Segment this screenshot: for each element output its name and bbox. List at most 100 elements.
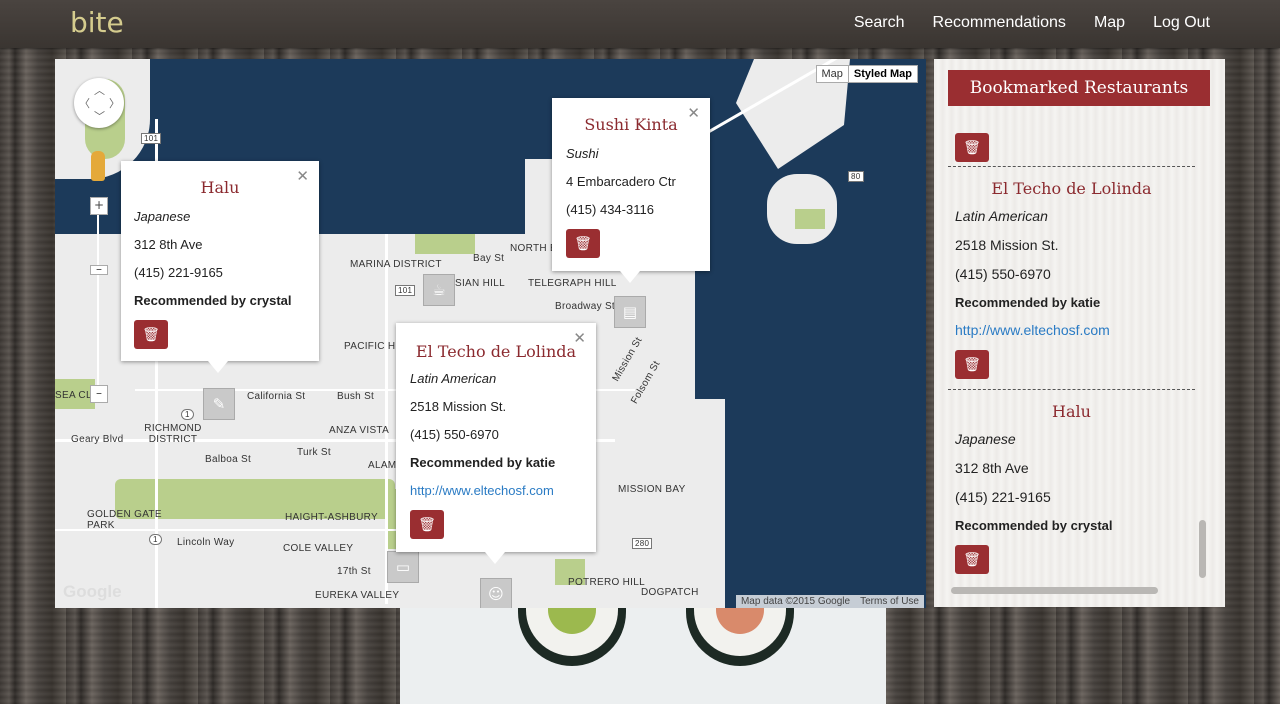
google-logo: Google bbox=[63, 582, 122, 601]
map-label: TELEGRAPH HILL bbox=[528, 278, 617, 289]
delete-button[interactable]: 🗑 bbox=[566, 229, 600, 258]
restaurant-name: El Techo de Lolinda bbox=[415, 342, 577, 361]
highway-shield: 1 bbox=[149, 534, 162, 545]
restaurant-address: 312 8th Ave bbox=[134, 237, 203, 252]
highway-shield: 101 bbox=[141, 133, 162, 144]
trash-icon: 🗑 bbox=[574, 235, 592, 251]
nav-logout-link[interactable]: Log Out bbox=[1153, 14, 1210, 32]
map-attribution: Map data ©2015 Google Terms of Use bbox=[735, 595, 924, 608]
restaurant-website-link[interactable]: http://www.eltechosf.com bbox=[410, 483, 554, 498]
zoom-slider-handle[interactable]: – bbox=[90, 263, 108, 275]
restaurant-address: 2518 Mission St. bbox=[955, 237, 1059, 253]
map-label: California St bbox=[247, 391, 306, 402]
infowindow-sushi-kinta: ✕ Sushi Kinta Sushi 4 Embarcadero Ctr (4… bbox=[552, 98, 710, 283]
map-label: Broadway St bbox=[555, 301, 615, 312]
delete-button[interactable]: 🗑 bbox=[955, 350, 989, 379]
restaurant-website-link[interactable]: http://www.eltechosf.com bbox=[948, 322, 1195, 338]
restaurant-phone: (415) 221-9165 bbox=[955, 489, 1051, 505]
recommended-by: Recommended by katie bbox=[955, 295, 1101, 310]
map-road bbox=[385, 234, 388, 604]
restaurant-marker-halu[interactable]: ✎ bbox=[203, 388, 235, 420]
recommended-by: Recommended by crystal bbox=[955, 518, 1113, 533]
infowindow-el-techo: ✕ El Techo de Lolinda Latin American 251… bbox=[396, 323, 596, 564]
zoom-out-icon[interactable]: – bbox=[90, 385, 108, 403]
map-label: PACIFIC HE bbox=[344, 341, 403, 352]
map-label: RICHMOND DISTRICT bbox=[144, 423, 202, 445]
restaurant-cuisine: Japanese bbox=[955, 431, 1016, 447]
map-label: Geary Blvd bbox=[71, 434, 124, 445]
map-data-credit: Map data ©2015 Google bbox=[740, 596, 851, 607]
restaurant-marker-sushi-kinta[interactable]: ▤ bbox=[614, 296, 646, 328]
logo[interactable]: bite bbox=[70, 6, 124, 39]
highway-shield: 80 bbox=[848, 171, 864, 182]
bookmarks-title: Bookmarked Restaurants bbox=[948, 70, 1210, 106]
restaurant-cuisine: Japanese bbox=[134, 209, 191, 224]
restaurant-name: Sushi Kinta bbox=[584, 115, 678, 134]
map-type-styled-button[interactable]: Styled Map bbox=[847, 66, 917, 82]
map-label: 17th St bbox=[337, 566, 371, 577]
terms-of-use-link[interactable]: Terms of Use bbox=[855, 595, 924, 608]
bookmarks-list[interactable]: 🗑 El Techo de Lolinda Latin American 251… bbox=[948, 116, 1195, 580]
map-label: Bush St bbox=[337, 391, 375, 402]
restaurant-name: Halu bbox=[1052, 402, 1091, 421]
map-label: EUREKA VALLEY bbox=[315, 590, 400, 601]
delete-button[interactable]: 🗑 bbox=[955, 545, 989, 574]
map-label: MISSION BAY bbox=[618, 484, 686, 495]
map-label: Balboa St bbox=[205, 454, 252, 465]
restaurant-address: 4 Embarcadero Ctr bbox=[566, 174, 676, 189]
zoom-in-icon[interactable]: + bbox=[90, 197, 108, 215]
divider bbox=[948, 389, 1195, 390]
nav-map-link[interactable]: Map bbox=[1094, 14, 1125, 32]
nav-links: Search Recommendations Map Log Out bbox=[854, 14, 1210, 32]
map-label: POTRERO HILL bbox=[568, 577, 645, 588]
trash-icon: 🗑 bbox=[142, 326, 160, 342]
trash-icon: 🗑 bbox=[418, 516, 436, 532]
restaurant-phone: (415) 550-6970 bbox=[410, 427, 499, 442]
pegman-icon[interactable] bbox=[91, 151, 105, 181]
top-navbar: bite Search Recommendations Map Log Out bbox=[0, 0, 1280, 48]
restaurant-address: 312 8th Ave bbox=[955, 460, 1029, 476]
map-park bbox=[795, 209, 825, 229]
map-label: Bay St bbox=[473, 253, 505, 264]
map-type-map-button[interactable]: Map bbox=[817, 66, 848, 82]
delete-button[interactable]: 🗑 bbox=[955, 133, 989, 162]
infowindow-tail bbox=[485, 552, 505, 564]
map-label: HAIGHT-ASHBURY bbox=[285, 512, 378, 523]
restaurant-cuisine: Latin American bbox=[955, 208, 1048, 224]
trash-icon: 🗑 bbox=[963, 356, 981, 372]
restaurant-phone: (415) 434-3116 bbox=[566, 202, 654, 217]
sidebar-vertical-scrollbar[interactable] bbox=[1199, 520, 1206, 578]
map-label: Lincoln Way bbox=[177, 537, 235, 548]
map-canvas[interactable]: MARINA DISTRICT RUSSIAN HILL TELEGRAPH H… bbox=[55, 59, 926, 608]
restaurant-name: El Techo de Lolinda bbox=[991, 179, 1152, 198]
restaurant-cuisine: Sushi bbox=[566, 146, 599, 161]
nav-search-link[interactable]: Search bbox=[854, 14, 905, 32]
recommended-by: Recommended by katie bbox=[410, 455, 556, 470]
restaurant-marker-el-techo[interactable]: ☺ bbox=[480, 578, 512, 608]
sushi-plate-image bbox=[400, 608, 886, 704]
delete-button[interactable]: 🗑 bbox=[134, 320, 168, 349]
restaurant-phone: (415) 221-9165 bbox=[134, 265, 223, 280]
restaurant-marker[interactable]: ▭ bbox=[387, 551, 419, 583]
trash-icon: 🗑 bbox=[963, 551, 981, 567]
map-label: Turk St bbox=[297, 447, 331, 458]
map-label: SEA CLI bbox=[55, 390, 95, 401]
map-label: DOGPATCH bbox=[641, 587, 699, 598]
map-label: GOLDEN GATE PARK bbox=[87, 509, 162, 531]
map-park bbox=[415, 234, 475, 254]
sidebar-horizontal-scrollbar[interactable] bbox=[951, 587, 1158, 594]
highway-shield: 101 bbox=[395, 285, 416, 296]
restaurant-cuisine: Latin American bbox=[410, 371, 497, 386]
zoom-slider-track[interactable] bbox=[97, 205, 99, 395]
infowindow-tail bbox=[620, 271, 640, 283]
infowindow-tail bbox=[208, 361, 228, 373]
highway-shield: 280 bbox=[632, 538, 653, 549]
delete-button[interactable]: 🗑 bbox=[410, 510, 444, 539]
restaurant-phone: (415) 550-6970 bbox=[955, 266, 1051, 282]
map-label: ANZA VISTA bbox=[329, 425, 390, 436]
restaurant-marker[interactable]: ☕ bbox=[423, 274, 455, 306]
restaurant-address: 2518 Mission St. bbox=[410, 399, 507, 414]
divider bbox=[948, 166, 1195, 167]
nav-recommendations-link[interactable]: Recommendations bbox=[933, 14, 1066, 32]
pan-control-icon[interactable]: ︿ ﹀ 〈 〉 bbox=[74, 78, 124, 128]
